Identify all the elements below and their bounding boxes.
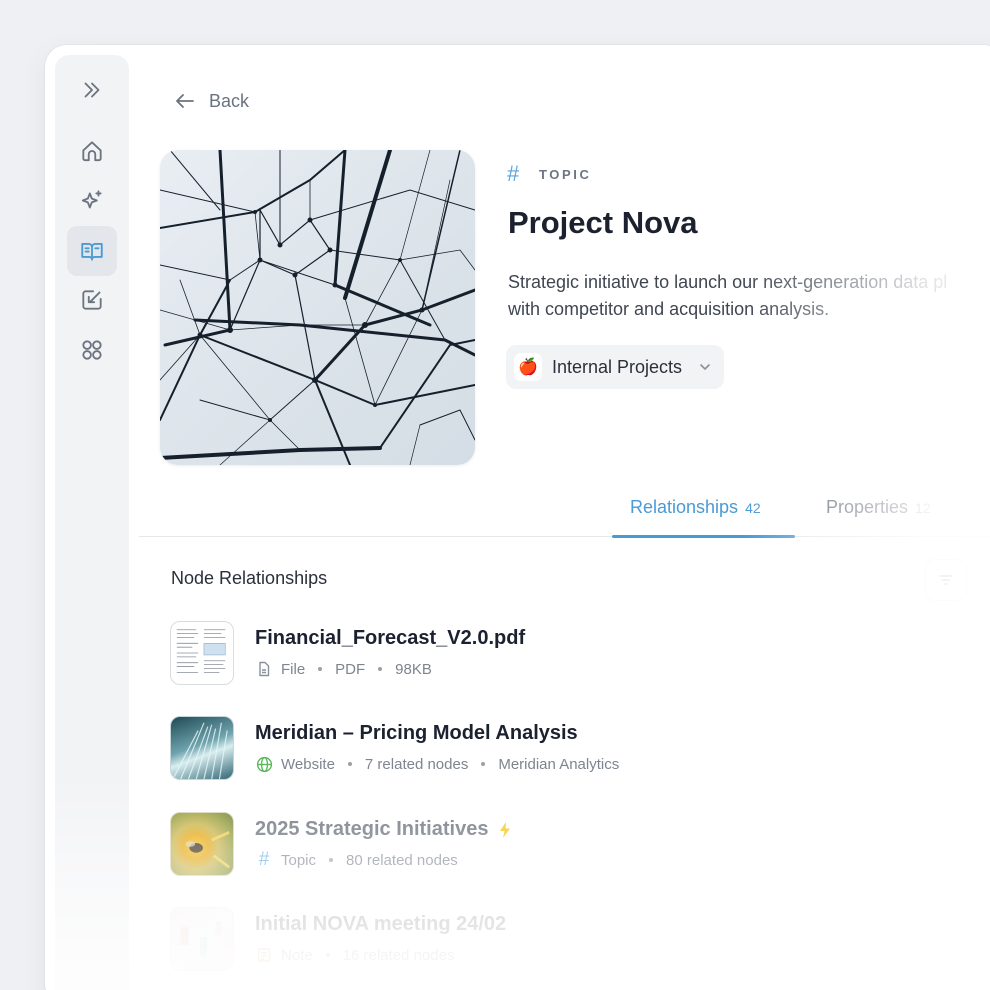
pdf-thumbnail bbox=[170, 621, 234, 685]
item-meta-value: Meridian Analytics bbox=[498, 755, 620, 773]
item-meta: Note 16 related nodes bbox=[255, 946, 454, 964]
item-meta: # Topic 80 related nodes bbox=[255, 849, 458, 870]
note-icon bbox=[255, 946, 273, 964]
apple-icon: 🍎 bbox=[514, 353, 542, 381]
tab-count: 42 bbox=[745, 500, 761, 516]
sidebar-item-inbox[interactable] bbox=[67, 275, 117, 325]
tabs-divider bbox=[139, 536, 990, 537]
list-item[interactable]: Initial NOVA meeting 24/02 Note 16 relat… bbox=[170, 907, 890, 971]
hash-icon: # bbox=[258, 849, 270, 870]
sidebar-item-library[interactable] bbox=[67, 226, 117, 276]
item-type: Topic bbox=[281, 851, 317, 869]
note-thumbnail bbox=[170, 907, 234, 971]
item-name-text: Financial_Forecast_V2.0.pdf bbox=[255, 627, 526, 649]
page-title: Project Nova bbox=[508, 205, 698, 240]
topic-description-line: with competitor and acquisition analysis… bbox=[508, 299, 830, 319]
chevron-down-icon bbox=[700, 364, 710, 370]
sidebar-expand-button[interactable] bbox=[67, 65, 117, 115]
filter-button[interactable] bbox=[925, 559, 967, 601]
item-meta: Website 7 related nodes Meridian Analyti… bbox=[255, 755, 619, 773]
lightning-icon bbox=[500, 821, 511, 838]
tab-properties[interactable]: Properties 12 bbox=[826, 497, 931, 518]
separator-dot bbox=[347, 762, 352, 766]
item-name: Financial_Forecast_V2.0.pdf bbox=[255, 627, 525, 650]
section-title: Node Relationships bbox=[171, 568, 328, 588]
separator-dot bbox=[318, 667, 323, 671]
item-meta-value: 98KB bbox=[395, 660, 432, 678]
globe-icon bbox=[255, 755, 273, 773]
hash-icon: # bbox=[507, 161, 520, 186]
item-meta-value: 16 related nodes bbox=[342, 946, 455, 964]
separator-dot bbox=[329, 858, 334, 862]
topic-description: Strategic initiative to launch our next-… bbox=[508, 269, 988, 323]
topic-thumbnail bbox=[170, 812, 234, 876]
file-icon bbox=[255, 660, 273, 678]
website-thumbnail bbox=[170, 716, 234, 780]
active-tab-indicator bbox=[612, 535, 795, 538]
topic-type-label: TOPIC bbox=[539, 166, 592, 182]
expand-icon bbox=[84, 82, 100, 98]
item-name: 2025 Strategic Initiatives bbox=[255, 818, 512, 841]
separator-dot bbox=[325, 953, 330, 957]
item-name-text: Meridian – Pricing Model Analysis bbox=[255, 722, 578, 744]
tab-label: Relationships bbox=[630, 497, 739, 517]
item-name: Initial NOVA meeting 24/02 bbox=[255, 913, 506, 936]
item-meta: File PDF 98KB bbox=[255, 660, 432, 678]
tab-count: 12 bbox=[915, 500, 931, 516]
item-type: File bbox=[281, 660, 306, 678]
tab-relationships[interactable]: Relationships 42 bbox=[630, 497, 761, 518]
item-name-text: 2025 Strategic Initiatives bbox=[255, 818, 489, 840]
tab-label: Properties bbox=[826, 497, 909, 517]
inbox-arrow-icon bbox=[82, 290, 102, 310]
item-name: Meridian – Pricing Model Analysis bbox=[255, 722, 578, 745]
app-window: Back # TOPIC Project Nova Strategic init… bbox=[45, 45, 990, 990]
list-item[interactable]: Meridian – Pricing Model Analysis Websit… bbox=[170, 716, 890, 780]
separator-dot bbox=[378, 667, 383, 671]
arrow-left-icon bbox=[176, 94, 194, 108]
sidebar-item-home[interactable] bbox=[67, 126, 117, 176]
list-item[interactable]: Financial_Forecast_V2.0.pdf File PDF 98K… bbox=[170, 621, 890, 685]
separator-dot bbox=[481, 762, 486, 766]
sidebar-item-apps[interactable] bbox=[67, 325, 117, 375]
back-label: Back bbox=[209, 90, 250, 111]
item-meta-value: 80 related nodes bbox=[346, 851, 458, 869]
topic-cover-image bbox=[160, 150, 475, 465]
sidebar bbox=[55, 55, 129, 990]
list-item[interactable]: 2025 Strategic Initiatives # Topic 80 re… bbox=[170, 812, 890, 876]
book-icon bbox=[81, 243, 103, 261]
topic-description-line: Strategic initiative to launch our next-… bbox=[508, 272, 948, 292]
filter-icon bbox=[939, 575, 953, 585]
item-meta-value: PDF bbox=[335, 660, 366, 678]
item-type: Website bbox=[281, 755, 335, 773]
item-name-text: Initial NOVA meeting 24/02 bbox=[255, 913, 507, 935]
collection-selector[interactable]: 🍎 Internal Projects bbox=[506, 345, 725, 389]
item-type: Note bbox=[281, 946, 313, 964]
back-button[interactable]: Back bbox=[173, 89, 249, 113]
sparkle-icon bbox=[81, 190, 102, 209]
home-icon bbox=[82, 141, 102, 162]
topic-type: # TOPIC bbox=[507, 161, 592, 187]
collection-label: Internal Projects bbox=[552, 356, 683, 377]
apps-grid-icon bbox=[82, 340, 102, 360]
sidebar-item-ai[interactable] bbox=[67, 176, 117, 226]
item-meta-value: 7 related nodes bbox=[364, 755, 469, 773]
